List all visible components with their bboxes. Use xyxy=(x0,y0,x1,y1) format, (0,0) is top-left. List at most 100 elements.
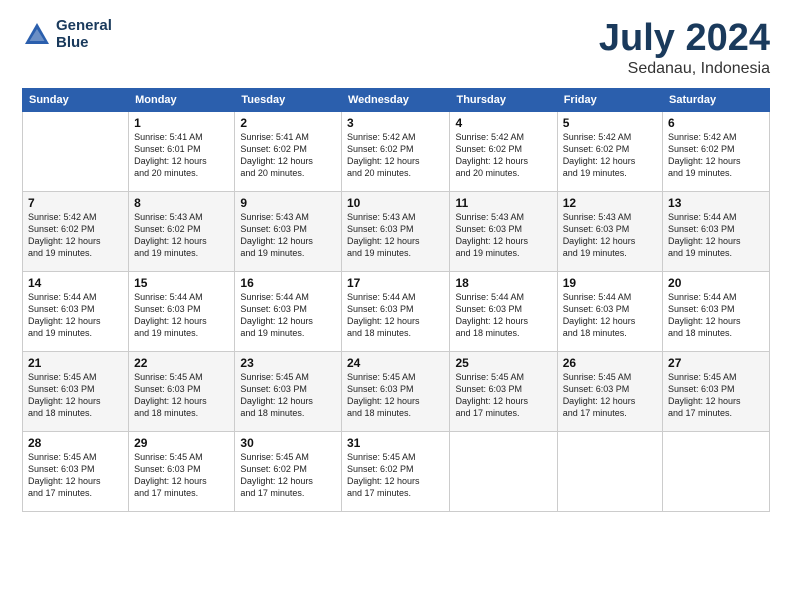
day-number: 8 xyxy=(134,196,229,210)
day-cell: 31Sunrise: 5:45 AM Sunset: 6:02 PM Dayli… xyxy=(341,431,450,511)
header-cell-tuesday: Tuesday xyxy=(235,88,342,111)
day-info: Sunrise: 5:45 AM Sunset: 6:02 PM Dayligh… xyxy=(347,451,445,500)
day-info: Sunrise: 5:45 AM Sunset: 6:03 PM Dayligh… xyxy=(28,371,123,420)
day-cell: 2Sunrise: 5:41 AM Sunset: 6:02 PM Daylig… xyxy=(235,111,342,191)
day-number: 28 xyxy=(28,436,123,450)
day-cell: 19Sunrise: 5:44 AM Sunset: 6:03 PM Dayli… xyxy=(557,271,662,351)
day-number: 29 xyxy=(134,436,229,450)
day-cell: 7Sunrise: 5:42 AM Sunset: 6:02 PM Daylig… xyxy=(23,191,129,271)
day-cell: 10Sunrise: 5:43 AM Sunset: 6:03 PM Dayli… xyxy=(341,191,450,271)
day-number: 4 xyxy=(455,116,551,130)
day-cell: 6Sunrise: 5:42 AM Sunset: 6:02 PM Daylig… xyxy=(663,111,770,191)
day-cell xyxy=(557,431,662,511)
day-cell: 4Sunrise: 5:42 AM Sunset: 6:02 PM Daylig… xyxy=(450,111,557,191)
day-info: Sunrise: 5:41 AM Sunset: 6:01 PM Dayligh… xyxy=(134,131,229,180)
day-info: Sunrise: 5:42 AM Sunset: 6:02 PM Dayligh… xyxy=(563,131,657,180)
day-info: Sunrise: 5:45 AM Sunset: 6:03 PM Dayligh… xyxy=(28,451,123,500)
day-number: 22 xyxy=(134,356,229,370)
day-cell: 16Sunrise: 5:44 AM Sunset: 6:03 PM Dayli… xyxy=(235,271,342,351)
day-number: 25 xyxy=(455,356,551,370)
logo-icon xyxy=(22,20,52,50)
day-number: 21 xyxy=(28,356,123,370)
logo-line2: Blue xyxy=(56,35,112,52)
day-cell: 3Sunrise: 5:42 AM Sunset: 6:02 PM Daylig… xyxy=(341,111,450,191)
day-info: Sunrise: 5:45 AM Sunset: 6:02 PM Dayligh… xyxy=(240,451,336,500)
day-number: 6 xyxy=(668,116,764,130)
location-title: Sedanau, Indonesia xyxy=(599,60,770,78)
day-cell: 13Sunrise: 5:44 AM Sunset: 6:03 PM Dayli… xyxy=(663,191,770,271)
day-cell: 20Sunrise: 5:44 AM Sunset: 6:03 PM Dayli… xyxy=(663,271,770,351)
day-info: Sunrise: 5:43 AM Sunset: 6:03 PM Dayligh… xyxy=(240,211,336,260)
day-number: 30 xyxy=(240,436,336,450)
day-number: 31 xyxy=(347,436,445,450)
day-number: 2 xyxy=(240,116,336,130)
day-cell: 22Sunrise: 5:45 AM Sunset: 6:03 PM Dayli… xyxy=(129,351,235,431)
day-cell: 23Sunrise: 5:45 AM Sunset: 6:03 PM Dayli… xyxy=(235,351,342,431)
logo: General Blue xyxy=(22,18,112,51)
logo-text: General Blue xyxy=(56,18,112,51)
day-info: Sunrise: 5:43 AM Sunset: 6:03 PM Dayligh… xyxy=(563,211,657,260)
header-area: General Blue July 2024 Sedanau, Indonesi… xyxy=(22,18,770,78)
day-info: Sunrise: 5:42 AM Sunset: 6:02 PM Dayligh… xyxy=(455,131,551,180)
day-cell: 25Sunrise: 5:45 AM Sunset: 6:03 PM Dayli… xyxy=(450,351,557,431)
day-cell: 27Sunrise: 5:45 AM Sunset: 6:03 PM Dayli… xyxy=(663,351,770,431)
day-number: 24 xyxy=(347,356,445,370)
day-cell: 28Sunrise: 5:45 AM Sunset: 6:03 PM Dayli… xyxy=(23,431,129,511)
day-info: Sunrise: 5:45 AM Sunset: 6:03 PM Dayligh… xyxy=(347,371,445,420)
day-number: 19 xyxy=(563,276,657,290)
day-number: 17 xyxy=(347,276,445,290)
day-cell: 18Sunrise: 5:44 AM Sunset: 6:03 PM Dayli… xyxy=(450,271,557,351)
day-cell: 5Sunrise: 5:42 AM Sunset: 6:02 PM Daylig… xyxy=(557,111,662,191)
header-cell-wednesday: Wednesday xyxy=(341,88,450,111)
day-cell: 15Sunrise: 5:44 AM Sunset: 6:03 PM Dayli… xyxy=(129,271,235,351)
day-cell: 9Sunrise: 5:43 AM Sunset: 6:03 PM Daylig… xyxy=(235,191,342,271)
month-title: July 2024 xyxy=(599,18,770,60)
day-number: 3 xyxy=(347,116,445,130)
day-info: Sunrise: 5:44 AM Sunset: 6:03 PM Dayligh… xyxy=(134,291,229,340)
logo-line1: General xyxy=(56,18,112,35)
day-info: Sunrise: 5:44 AM Sunset: 6:03 PM Dayligh… xyxy=(347,291,445,340)
week-row-3: 14Sunrise: 5:44 AM Sunset: 6:03 PM Dayli… xyxy=(23,271,770,351)
day-cell: 30Sunrise: 5:45 AM Sunset: 6:02 PM Dayli… xyxy=(235,431,342,511)
day-cell: 29Sunrise: 5:45 AM Sunset: 6:03 PM Dayli… xyxy=(129,431,235,511)
week-row-1: 1Sunrise: 5:41 AM Sunset: 6:01 PM Daylig… xyxy=(23,111,770,191)
header-cell-saturday: Saturday xyxy=(663,88,770,111)
day-cell xyxy=(450,431,557,511)
day-number: 10 xyxy=(347,196,445,210)
day-cell: 8Sunrise: 5:43 AM Sunset: 6:02 PM Daylig… xyxy=(129,191,235,271)
day-info: Sunrise: 5:42 AM Sunset: 6:02 PM Dayligh… xyxy=(347,131,445,180)
day-number: 1 xyxy=(134,116,229,130)
day-info: Sunrise: 5:43 AM Sunset: 6:03 PM Dayligh… xyxy=(455,211,551,260)
day-info: Sunrise: 5:43 AM Sunset: 6:02 PM Dayligh… xyxy=(134,211,229,260)
day-number: 18 xyxy=(455,276,551,290)
calendar-table: SundayMondayTuesdayWednesdayThursdayFrid… xyxy=(22,88,770,512)
day-number: 27 xyxy=(668,356,764,370)
day-cell: 17Sunrise: 5:44 AM Sunset: 6:03 PM Dayli… xyxy=(341,271,450,351)
day-cell: 12Sunrise: 5:43 AM Sunset: 6:03 PM Dayli… xyxy=(557,191,662,271)
day-number: 13 xyxy=(668,196,764,210)
day-number: 11 xyxy=(455,196,551,210)
day-number: 26 xyxy=(563,356,657,370)
day-cell: 26Sunrise: 5:45 AM Sunset: 6:03 PM Dayli… xyxy=(557,351,662,431)
day-cell: 24Sunrise: 5:45 AM Sunset: 6:03 PM Dayli… xyxy=(341,351,450,431)
week-row-4: 21Sunrise: 5:45 AM Sunset: 6:03 PM Dayli… xyxy=(23,351,770,431)
day-cell: 11Sunrise: 5:43 AM Sunset: 6:03 PM Dayli… xyxy=(450,191,557,271)
day-info: Sunrise: 5:44 AM Sunset: 6:03 PM Dayligh… xyxy=(668,291,764,340)
title-area: July 2024 Sedanau, Indonesia xyxy=(599,18,770,78)
page: General Blue July 2024 Sedanau, Indonesi… xyxy=(0,0,792,612)
day-number: 15 xyxy=(134,276,229,290)
day-number: 20 xyxy=(668,276,764,290)
day-info: Sunrise: 5:43 AM Sunset: 6:03 PM Dayligh… xyxy=(347,211,445,260)
header-cell-sunday: Sunday xyxy=(23,88,129,111)
day-info: Sunrise: 5:45 AM Sunset: 6:03 PM Dayligh… xyxy=(240,371,336,420)
day-number: 5 xyxy=(563,116,657,130)
day-number: 9 xyxy=(240,196,336,210)
day-cell xyxy=(663,431,770,511)
day-info: Sunrise: 5:45 AM Sunset: 6:03 PM Dayligh… xyxy=(563,371,657,420)
day-info: Sunrise: 5:45 AM Sunset: 6:03 PM Dayligh… xyxy=(134,451,229,500)
day-info: Sunrise: 5:45 AM Sunset: 6:03 PM Dayligh… xyxy=(668,371,764,420)
day-cell: 14Sunrise: 5:44 AM Sunset: 6:03 PM Dayli… xyxy=(23,271,129,351)
day-number: 23 xyxy=(240,356,336,370)
day-info: Sunrise: 5:42 AM Sunset: 6:02 PM Dayligh… xyxy=(668,131,764,180)
week-row-2: 7Sunrise: 5:42 AM Sunset: 6:02 PM Daylig… xyxy=(23,191,770,271)
